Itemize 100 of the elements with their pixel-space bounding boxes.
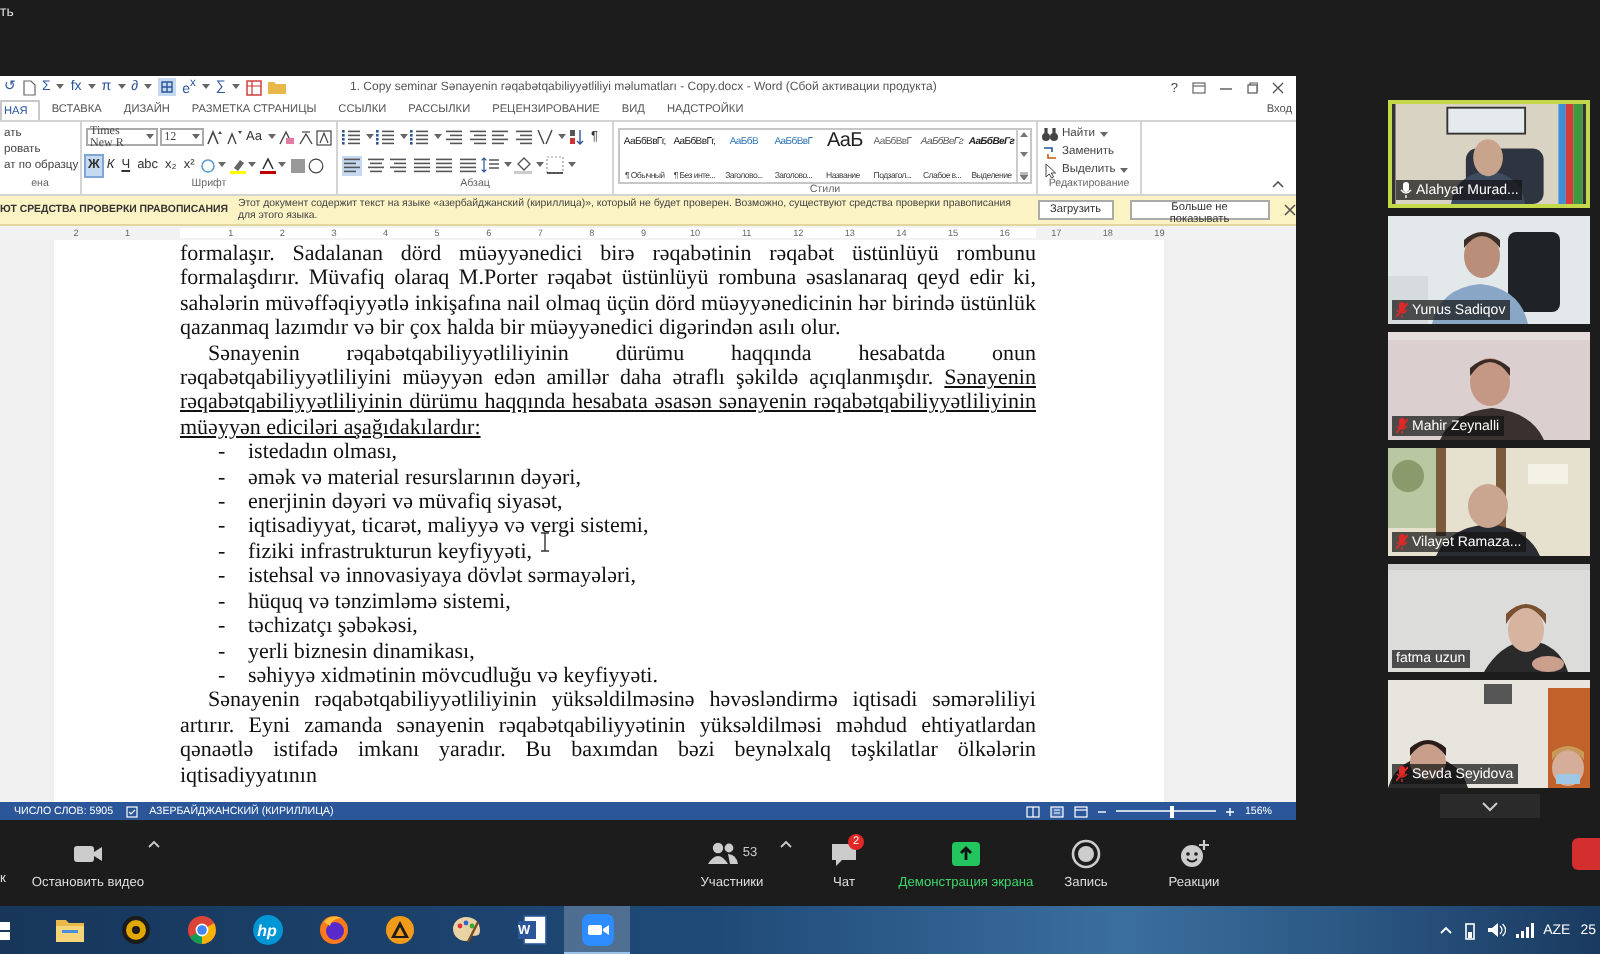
mic-icon <box>1400 182 1412 198</box>
caret-icon <box>1099 131 1108 137</box>
list-item: fiziki infrastrukturun keyfiyyəti, <box>248 539 533 565</box>
shrink-font-icon[interactable] <box>225 129 242 145</box>
zoom-in-icon[interactable] <box>1226 807 1235 815</box>
paragraph: Sənayenin rəqabətqabiliyyətliliyinin dürümu haqqında hesabatda onun rəqabətqabiliyyətliliyini müəyyən edən amillər daha ətraflı şəkildə açıqlanmışdır. Sənayenin rəqabətqabiliyyətliliyinin dürümu haqqında hesabata əsasən sənayenin rəqabətqabiliyyətliliyinin müəyyən ediciləri aşağıdakılardır: <box>180 341 1036 441</box>
caret-icon[interactable] <box>535 162 543 168</box>
caret-icon[interactable] <box>231 84 240 91</box>
caret-icon[interactable] <box>201 84 210 91</box>
globe-icon <box>317 914 349 946</box>
text-effects-icon[interactable] <box>199 157 216 173</box>
maximize-icon[interactable] <box>1246 82 1258 94</box>
align-left-icon[interactable] <box>342 155 362 175</box>
close-icon[interactable] <box>1272 82 1284 94</box>
replace-icon <box>1042 145 1058 159</box>
web-layout-icon[interactable] <box>1074 805 1089 817</box>
align-justify-icon[interactable] <box>411 155 431 175</box>
browser-icon <box>185 914 217 946</box>
font-color-icon[interactable] <box>259 157 276 173</box>
caret-icon[interactable] <box>399 134 407 140</box>
list-marker: - <box>216 490 228 515</box>
align-right-icon[interactable] <box>388 155 408 175</box>
grow-font-icon[interactable] <box>206 129 223 145</box>
numbered-list-icon[interactable] <box>376 127 396 147</box>
caret-icon[interactable] <box>278 162 287 168</box>
increase-indent-icon[interactable] <box>467 127 487 147</box>
taskbar-button[interactable] <box>564 906 630 954</box>
caret-up-icon[interactable] <box>780 840 792 848</box>
caret-icon[interactable] <box>218 162 227 168</box>
volume-icon[interactable] <box>1487 922 1506 938</box>
caret-icon[interactable] <box>248 162 257 168</box>
collapse-ribbon-icon[interactable] <box>1272 180 1284 188</box>
rtl-icon[interactable] <box>513 127 533 147</box>
paragraph: formalaşır. Sadalanan dörd müəyyənedici birə rəqabətinin rəqabət üstünlüyü rombunu formalaşdırır. Müvafiq olaraq M.Porter rəqabət üstünlüyü rombuna əsaslanaraq qeyd edir ki, sahələrin müvəffəqiyyətlə inkişafına nail olmaq üçün dörd müəyyənedicinin hər birində üstünlük qazanmaq lazımdır və bir çox halda bir müəyyənedici digərindən asılı olur. <box>180 242 1036 342</box>
list-item: təchizatçı şəbəkəsi, <box>248 614 418 639</box>
distributed-icon[interactable] <box>457 155 477 175</box>
list-marker: - <box>216 614 228 639</box>
borders-icon[interactable] <box>546 156 564 174</box>
table-icon[interactable] <box>245 79 262 96</box>
minimize-icon[interactable] <box>1220 82 1232 94</box>
align-center-icon[interactable] <box>365 155 385 175</box>
list-item: əmək və material resurslarının dəyəri, <box>248 465 581 491</box>
clear-format-icon[interactable] <box>278 129 294 145</box>
columns-icon[interactable] <box>434 155 454 175</box>
participants-icon <box>706 837 739 869</box>
caret-icon[interactable] <box>117 84 126 91</box>
caret-icon[interactable] <box>56 84 65 91</box>
fill-icon[interactable] <box>514 156 532 174</box>
list-marker: - <box>216 514 228 540</box>
highlight-icon[interactable] <box>229 157 246 173</box>
share-icon <box>950 837 982 869</box>
find-icon <box>1042 127 1058 141</box>
caret-icon[interactable] <box>433 134 441 140</box>
multilevel-list-icon[interactable] <box>410 127 430 147</box>
scroll-up-icon[interactable] <box>1020 132 1029 138</box>
caret-icon[interactable] <box>365 134 373 140</box>
logo-icon <box>251 914 283 946</box>
list-marker: - <box>216 539 228 565</box>
list-item: istehsal və innovasiyaya dövlət sərmayələri, <box>248 564 636 590</box>
caret-icon[interactable] <box>144 84 153 91</box>
bullets-icon[interactable] <box>342 127 362 147</box>
app-logo-text: hp <box>257 921 277 939</box>
phonetic-icon[interactable] <box>297 129 313 145</box>
sort-icon[interactable] <box>568 128 586 146</box>
read-mode-icon[interactable] <box>1026 805 1041 817</box>
proofing-icon[interactable] <box>125 805 138 817</box>
list-item: yerli biznesin dinamikası, <box>248 639 475 664</box>
caret-up-icon[interactable] <box>148 840 160 848</box>
caret-icon[interactable] <box>267 134 275 140</box>
signal-icon[interactable] <box>1515 922 1534 938</box>
more-icon[interactable] <box>1020 172 1029 180</box>
print-layout-icon[interactable] <box>1050 805 1065 817</box>
line-spacing-icon[interactable] <box>480 156 500 174</box>
document-icon[interactable] <box>22 79 36 96</box>
zoom-out-icon[interactable] <box>1098 807 1107 815</box>
list-item: istedadın olması, <box>248 440 398 466</box>
caret-icon[interactable] <box>87 84 96 91</box>
asian-layout-icon[interactable] <box>536 128 554 146</box>
muted-mic-icon <box>1396 302 1408 318</box>
text-direction-icon[interactable] <box>490 127 510 147</box>
caret-icon[interactable] <box>503 162 511 168</box>
close-icon[interactable] <box>1284 204 1296 216</box>
reactions-icon <box>1178 837 1210 869</box>
list-item: enerjinin dəyəri və müvafiq siyasət, <box>248 490 563 515</box>
caret-icon[interactable] <box>567 162 575 168</box>
grid-icon[interactable] <box>158 78 177 97</box>
caret-icon[interactable] <box>557 134 565 140</box>
record-icon <box>1070 837 1102 869</box>
folder-icon <box>53 914 85 946</box>
border-char-icon[interactable] <box>316 129 332 145</box>
battery-icon[interactable] <box>1461 921 1478 939</box>
decrease-indent-icon[interactable] <box>444 127 464 147</box>
list-marker: - <box>216 589 228 615</box>
caret-icon <box>1119 167 1128 173</box>
chevron-down-icon <box>1481 801 1497 811</box>
scroll-down-icon[interactable] <box>1020 152 1029 158</box>
enclose-icon[interactable] <box>308 157 325 173</box>
list-item: hüquq və tənzimləmə sistemi, <box>248 589 511 615</box>
ribbon-display-icon[interactable] <box>1192 82 1206 94</box>
windows-icon[interactable] <box>0 921 10 939</box>
